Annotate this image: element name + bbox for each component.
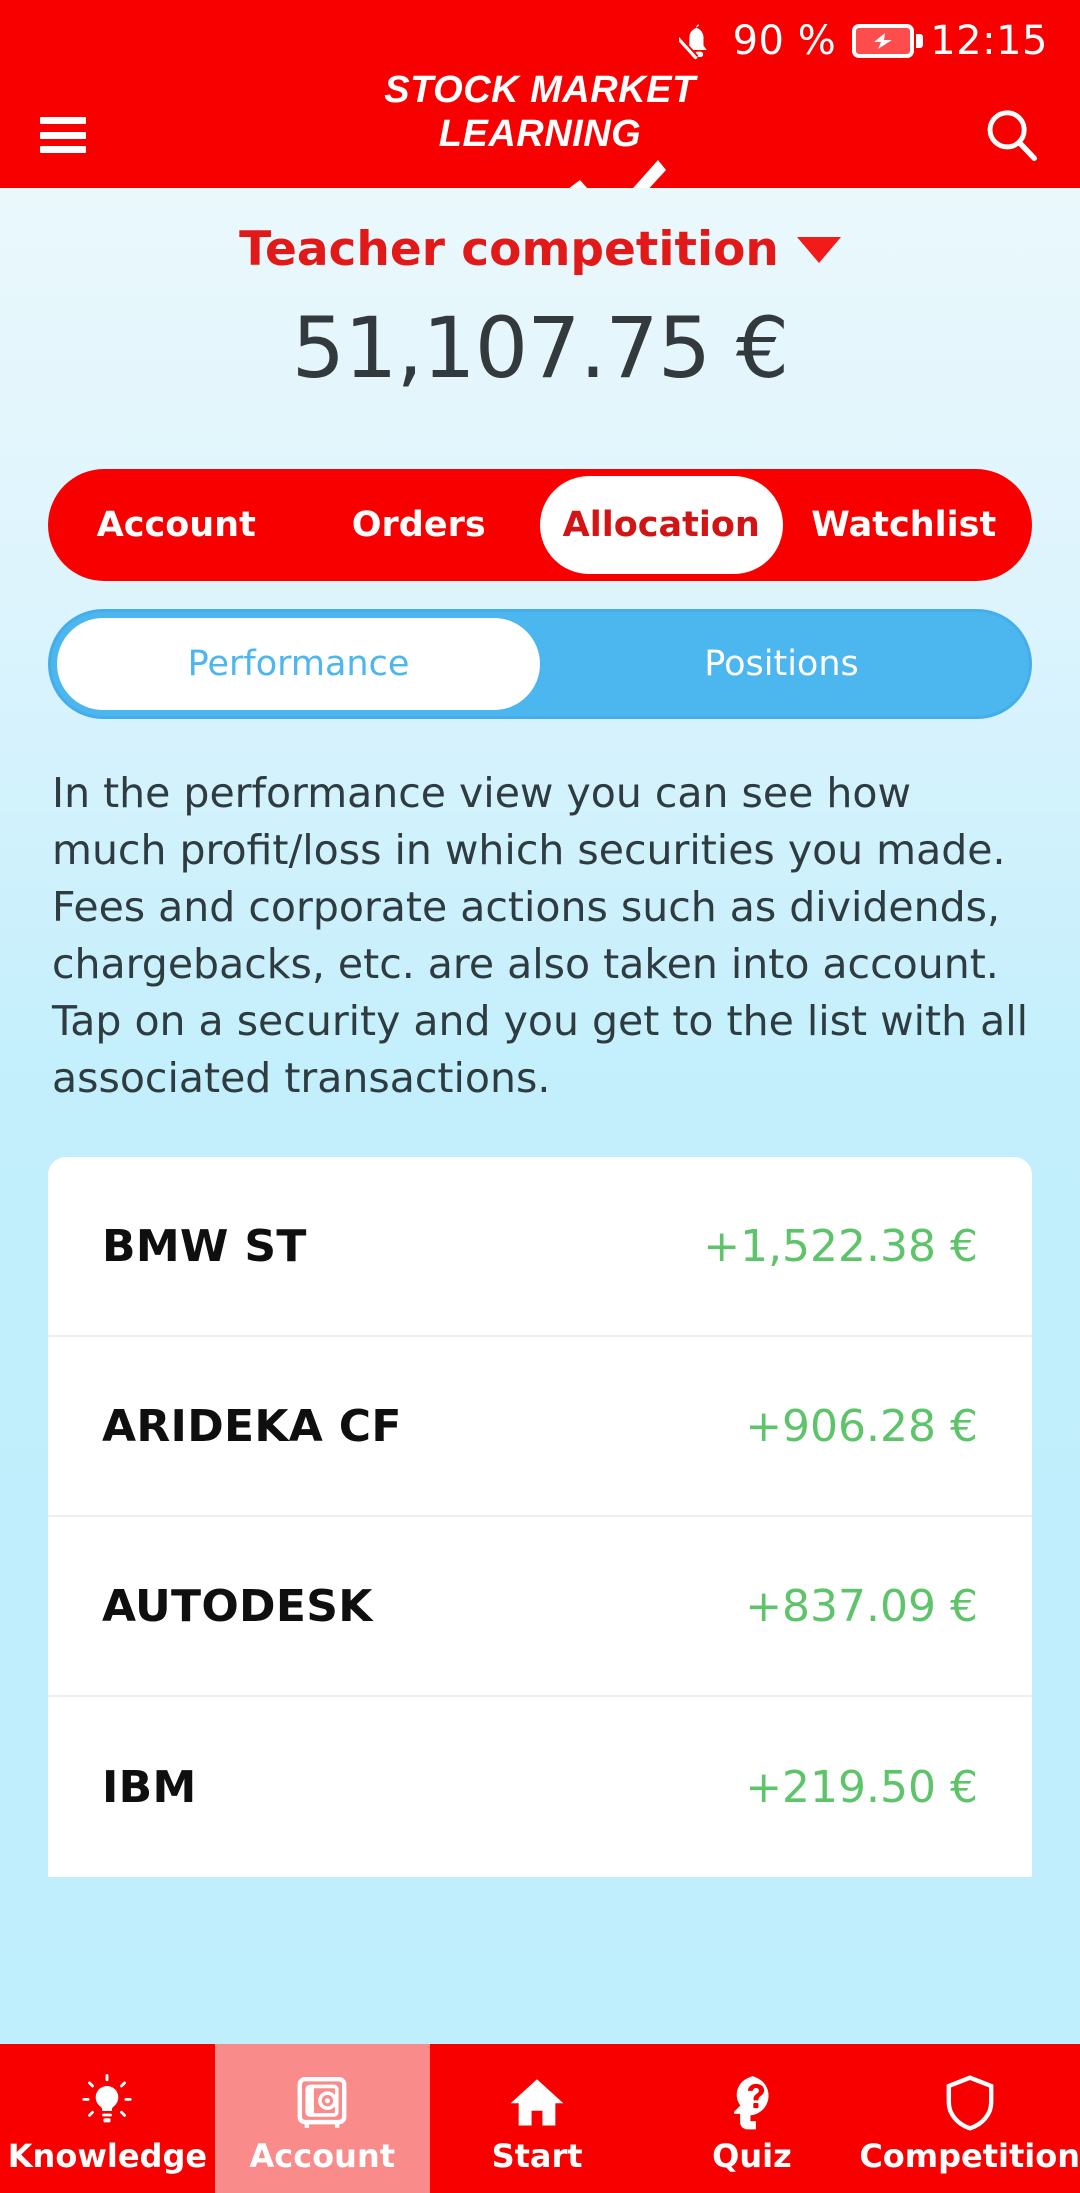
shield-icon xyxy=(939,2072,1001,2134)
security-name: IBM xyxy=(102,1761,197,1813)
hamburger-menu-icon[interactable] xyxy=(40,117,86,153)
app-screen: 90 % 12:15 STOCK MARKET LEARNING Teacher… xyxy=(0,0,1080,2193)
brand-title-line1: STOCK MARKET xyxy=(384,69,696,111)
tab-watchlist[interactable]: Watchlist xyxy=(783,476,1026,574)
app-header: STOCK MARKET LEARNING xyxy=(0,69,1080,220)
search-icon[interactable] xyxy=(980,104,1042,166)
nav-label-competition: Competition xyxy=(859,2136,1080,2175)
account-balance: 51,107.75 € xyxy=(291,299,790,397)
table-row[interactable]: ARIDEKA CF +906.28 € xyxy=(48,1337,1032,1517)
tab-account[interactable]: Account xyxy=(55,476,298,574)
security-profit: +1,522.38 € xyxy=(703,1220,978,1272)
main-content: Teacher competition 51,107.75 € Account … xyxy=(0,188,1080,2044)
account-selector[interactable]: Teacher competition xyxy=(0,188,1080,277)
nav-item-account[interactable]: Account xyxy=(214,2044,430,2193)
security-profit: +906.28 € xyxy=(745,1400,978,1452)
tab-orders[interactable]: Orders xyxy=(298,476,541,574)
nav-label-start: Start xyxy=(491,2136,583,2175)
brand-title-line2: LEARNING xyxy=(438,113,642,155)
lightbulb-icon xyxy=(76,2072,138,2134)
safe-vault-icon xyxy=(291,2072,353,2134)
tab-performance[interactable]: Performance xyxy=(57,618,540,710)
nav-item-knowledge[interactable]: Knowledge xyxy=(0,2044,215,2193)
security-name: BMW ST xyxy=(102,1220,307,1272)
table-row[interactable]: AUTODESK +837.09 € xyxy=(48,1517,1032,1697)
bottom-navigation: Knowledge Account Start Quiz Competition xyxy=(0,2044,1080,2193)
performance-description: In the performance view you can see how … xyxy=(52,769,1029,1102)
table-row[interactable]: IBM +219.50 € xyxy=(48,1697,1032,1877)
security-name: ARIDEKA CF xyxy=(102,1400,402,1452)
primary-tab-bar: Account Orders Allocation Watchlist xyxy=(48,469,1032,581)
nav-label-account: Account xyxy=(249,2136,396,2175)
bell-off-icon xyxy=(671,19,719,63)
tab-positions[interactable]: Positions xyxy=(540,618,1023,710)
security-name: AUTODESK xyxy=(102,1580,373,1632)
clock-label: 12:15 xyxy=(930,18,1048,64)
security-profit: +837.09 € xyxy=(745,1580,978,1632)
securities-list: BMW ST +1,522.38 € ARIDEKA CF +906.28 € … xyxy=(48,1157,1032,1877)
battery-percent-label: 90 % xyxy=(732,18,837,64)
head-question-icon xyxy=(721,2072,783,2134)
nav-item-start[interactable]: Start xyxy=(430,2044,645,2193)
caret-down-icon xyxy=(796,236,841,263)
home-icon xyxy=(506,2072,568,2134)
nav-label-quiz: Quiz xyxy=(712,2136,792,2175)
account-selector-label: Teacher competition xyxy=(239,222,779,277)
secondary-tab-bar: Performance Positions xyxy=(48,609,1032,719)
nav-item-competition[interactable]: Competition xyxy=(859,2044,1080,2193)
table-row[interactable]: BMW ST +1,522.38 € xyxy=(48,1157,1032,1337)
tab-allocation[interactable]: Allocation xyxy=(540,476,783,574)
nav-item-quiz[interactable]: Quiz xyxy=(644,2044,859,2193)
security-profit: +219.50 € xyxy=(745,1761,978,1813)
nav-label-knowledge: Knowledge xyxy=(7,2136,208,2175)
battery-charging-icon xyxy=(852,24,924,58)
